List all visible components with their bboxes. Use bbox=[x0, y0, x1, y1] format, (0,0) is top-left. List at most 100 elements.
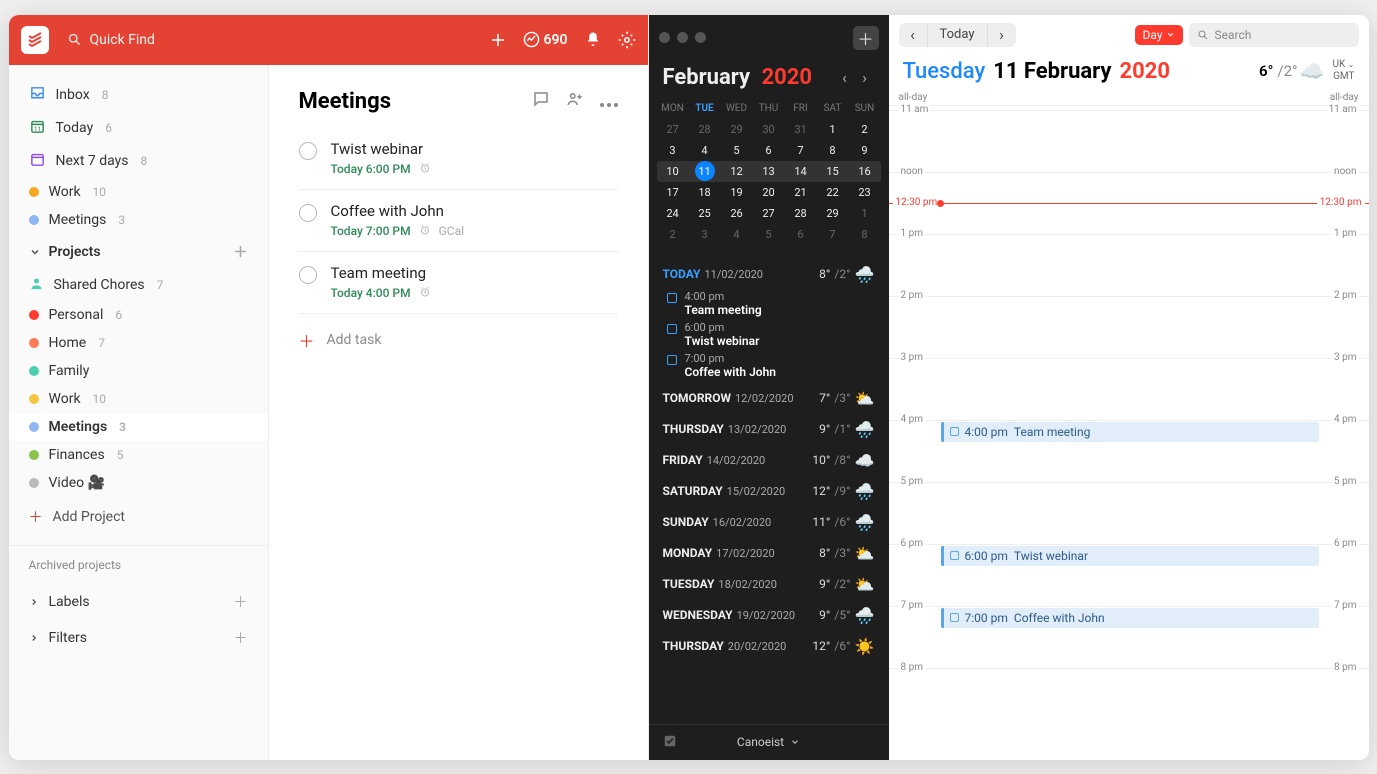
calendar-day[interactable]: 5 bbox=[753, 224, 785, 245]
sidebar-project-meetings[interactable]: Meetings3 bbox=[9, 413, 268, 441]
calendar-day[interactable]: 4 bbox=[689, 140, 721, 161]
calendar-day[interactable]: 1 bbox=[817, 119, 849, 140]
agenda-day[interactable]: THURSDAY 13/02/2020 9°/1° 🌧️ bbox=[663, 412, 875, 443]
calendar-day[interactable]: 6 bbox=[785, 224, 817, 245]
calendar-day[interactable]: 28 bbox=[689, 119, 721, 140]
sidebar-filter-work[interactable]: Work10 bbox=[9, 178, 268, 206]
view-selector[interactable]: Day bbox=[1135, 25, 1183, 45]
calendar-day[interactable]: 8 bbox=[817, 140, 849, 161]
labels-section[interactable]: Labels ＋ bbox=[9, 584, 268, 620]
prev-day-button[interactable]: ‹ bbox=[899, 23, 927, 47]
calendar-event[interactable]: 6:00 pm Twist webinar bbox=[941, 546, 1319, 566]
task-checkbox[interactable] bbox=[299, 142, 317, 160]
sidebar-filter-next-7-days[interactable]: Next 7 days8 bbox=[9, 145, 268, 178]
event-checkbox[interactable] bbox=[950, 613, 959, 622]
calendar-day[interactable]: 23 bbox=[849, 182, 881, 203]
calendar-day[interactable]: 4 bbox=[721, 224, 753, 245]
event-checkbox[interactable] bbox=[667, 293, 677, 303]
add-project-icon[interactable]: ＋ bbox=[234, 242, 248, 262]
hour-row[interactable]: 2 pm2 pm bbox=[889, 296, 1369, 358]
event-checkbox[interactable] bbox=[667, 355, 677, 365]
prev-month-button[interactable]: ‹ bbox=[835, 68, 855, 87]
calendar-day[interactable]: 12 bbox=[721, 161, 753, 182]
task-row[interactable]: Coffee with John Today 7:00 PM GCal bbox=[299, 190, 618, 252]
agenda-event[interactable]: 4:00 pmTeam meeting bbox=[663, 288, 875, 319]
more-icon[interactable] bbox=[600, 92, 618, 111]
calendar-day[interactable]: 22 bbox=[817, 182, 849, 203]
add-filter-icon[interactable]: ＋ bbox=[234, 628, 248, 648]
calendar-day[interactable]: 5 bbox=[721, 140, 753, 161]
calendar-day[interactable]: 1 bbox=[849, 203, 881, 224]
task-row[interactable]: Twist webinar Today 6:00 PM bbox=[299, 128, 618, 190]
hour-row[interactable]: 8 pm8 pm bbox=[889, 668, 1369, 730]
calendar-day[interactable]: 7 bbox=[817, 224, 849, 245]
next-month-button[interactable]: › bbox=[855, 68, 875, 87]
calendar-event[interactable]: 4:00 pm Team meeting bbox=[941, 422, 1319, 442]
calendar-search[interactable]: Search bbox=[1189, 23, 1359, 47]
task-checkbox[interactable] bbox=[299, 266, 317, 284]
sidebar-project-family[interactable]: Family bbox=[9, 357, 268, 385]
sidebar-project-shared-chores[interactable]: Shared Chores7 bbox=[9, 270, 268, 301]
calendar-day[interactable]: 29 bbox=[817, 203, 849, 224]
calendar-day[interactable]: 14 bbox=[785, 161, 817, 182]
sidebar-project-finances[interactable]: Finances5 bbox=[9, 441, 268, 469]
window-controls[interactable] bbox=[659, 32, 706, 43]
agenda-day[interactable]: TOMORROW 12/02/2020 7°/3° ⛅ bbox=[663, 381, 875, 412]
add-icon[interactable] bbox=[489, 31, 507, 49]
agenda-event[interactable]: 6:00 pmTwist webinar bbox=[663, 319, 875, 350]
calendar-day[interactable]: 3 bbox=[689, 224, 721, 245]
calendar-day[interactable]: 3 bbox=[657, 140, 689, 161]
calendar-day[interactable]: 29 bbox=[721, 119, 753, 140]
add-label-icon[interactable]: ＋ bbox=[234, 592, 248, 612]
agenda-list[interactable]: TODAY 11/02/2020 8°/2° 🌧️4:00 pmTeam mee… bbox=[649, 251, 889, 724]
calendar-day[interactable]: 19 bbox=[721, 182, 753, 203]
mini-calendar[interactable]: MONTUEWEDTHUFRISATSUN2728293031123456789… bbox=[649, 98, 889, 251]
calendar-day[interactable]: 30 bbox=[753, 119, 785, 140]
add-task-button[interactable]: ＋ Add task bbox=[299, 314, 618, 366]
calendar-day[interactable]: 6 bbox=[753, 140, 785, 161]
share-icon[interactable] bbox=[566, 90, 584, 112]
calendar-day[interactable]: 8 bbox=[849, 224, 881, 245]
calendar-day[interactable]: 31 bbox=[785, 119, 817, 140]
quick-find[interactable]: Quick Find bbox=[61, 32, 477, 48]
agenda-day[interactable]: TUESDAY 18/02/2020 9°/2° ⛅ bbox=[663, 567, 875, 598]
day-grid[interactable]: all-day all-day 11 am11 amnoonnoon1 pm1 … bbox=[889, 90, 1369, 760]
comments-icon[interactable] bbox=[532, 90, 550, 112]
agenda-day[interactable]: TODAY 11/02/2020 8°/2° 🌧️ bbox=[663, 257, 875, 288]
filters-section[interactable]: Filters ＋ bbox=[9, 620, 268, 656]
agenda-day[interactable]: SATURDAY 15/02/2020 12°/9° 🌧️ bbox=[663, 474, 875, 505]
hour-row[interactable]: 11 am11 am bbox=[889, 110, 1369, 172]
calendar-day[interactable]: 11 bbox=[689, 161, 721, 182]
calendar-event[interactable]: 7:00 pm Coffee with John bbox=[941, 608, 1319, 628]
calendar-day[interactable]: 15 bbox=[817, 161, 849, 182]
event-checkbox[interactable] bbox=[950, 427, 959, 436]
hour-row[interactable]: 5 pm5 pm bbox=[889, 482, 1369, 544]
calendar-day[interactable]: 27 bbox=[657, 119, 689, 140]
projects-header[interactable]: Projects ＋ bbox=[9, 234, 268, 270]
calendar-day[interactable]: 17 bbox=[657, 182, 689, 203]
hour-row[interactable]: 3 pm3 pm bbox=[889, 358, 1369, 420]
add-project-link[interactable]: ＋ Add Project bbox=[9, 497, 268, 537]
calendar-day[interactable]: 7 bbox=[785, 140, 817, 161]
calendar-day[interactable]: 24 bbox=[657, 203, 689, 224]
event-checkbox[interactable] bbox=[667, 324, 677, 334]
calendar-day[interactable]: 25 bbox=[689, 203, 721, 224]
task-checkbox[interactable] bbox=[299, 204, 317, 222]
agenda-event[interactable]: 7:00 pmCoffee with John bbox=[663, 350, 875, 381]
karma-widget[interactable]: 690 bbox=[523, 31, 568, 48]
gear-icon[interactable] bbox=[618, 31, 636, 49]
min-dot[interactable] bbox=[677, 32, 688, 43]
hour-row[interactable]: 1 pm1 pm bbox=[889, 234, 1369, 296]
sidebar-filter-today[interactable]: 11Today6 bbox=[9, 112, 268, 145]
calendar-day[interactable]: 10 bbox=[657, 161, 689, 182]
archived-projects[interactable]: Archived projects bbox=[9, 545, 268, 584]
agenda-day[interactable]: SUNDAY 16/02/2020 11°/6° 🌧️ bbox=[663, 505, 875, 536]
calendar-day[interactable]: 21 bbox=[785, 182, 817, 203]
new-event-button[interactable]: ＋ bbox=[853, 26, 879, 50]
max-dot[interactable] bbox=[695, 32, 706, 43]
bell-icon[interactable] bbox=[584, 31, 602, 49]
today-button[interactable]: Today bbox=[927, 23, 988, 47]
close-dot[interactable] bbox=[659, 32, 670, 43]
calendar-day[interactable]: 9 bbox=[849, 140, 881, 161]
footer-label[interactable]: Canoeist bbox=[737, 735, 784, 749]
